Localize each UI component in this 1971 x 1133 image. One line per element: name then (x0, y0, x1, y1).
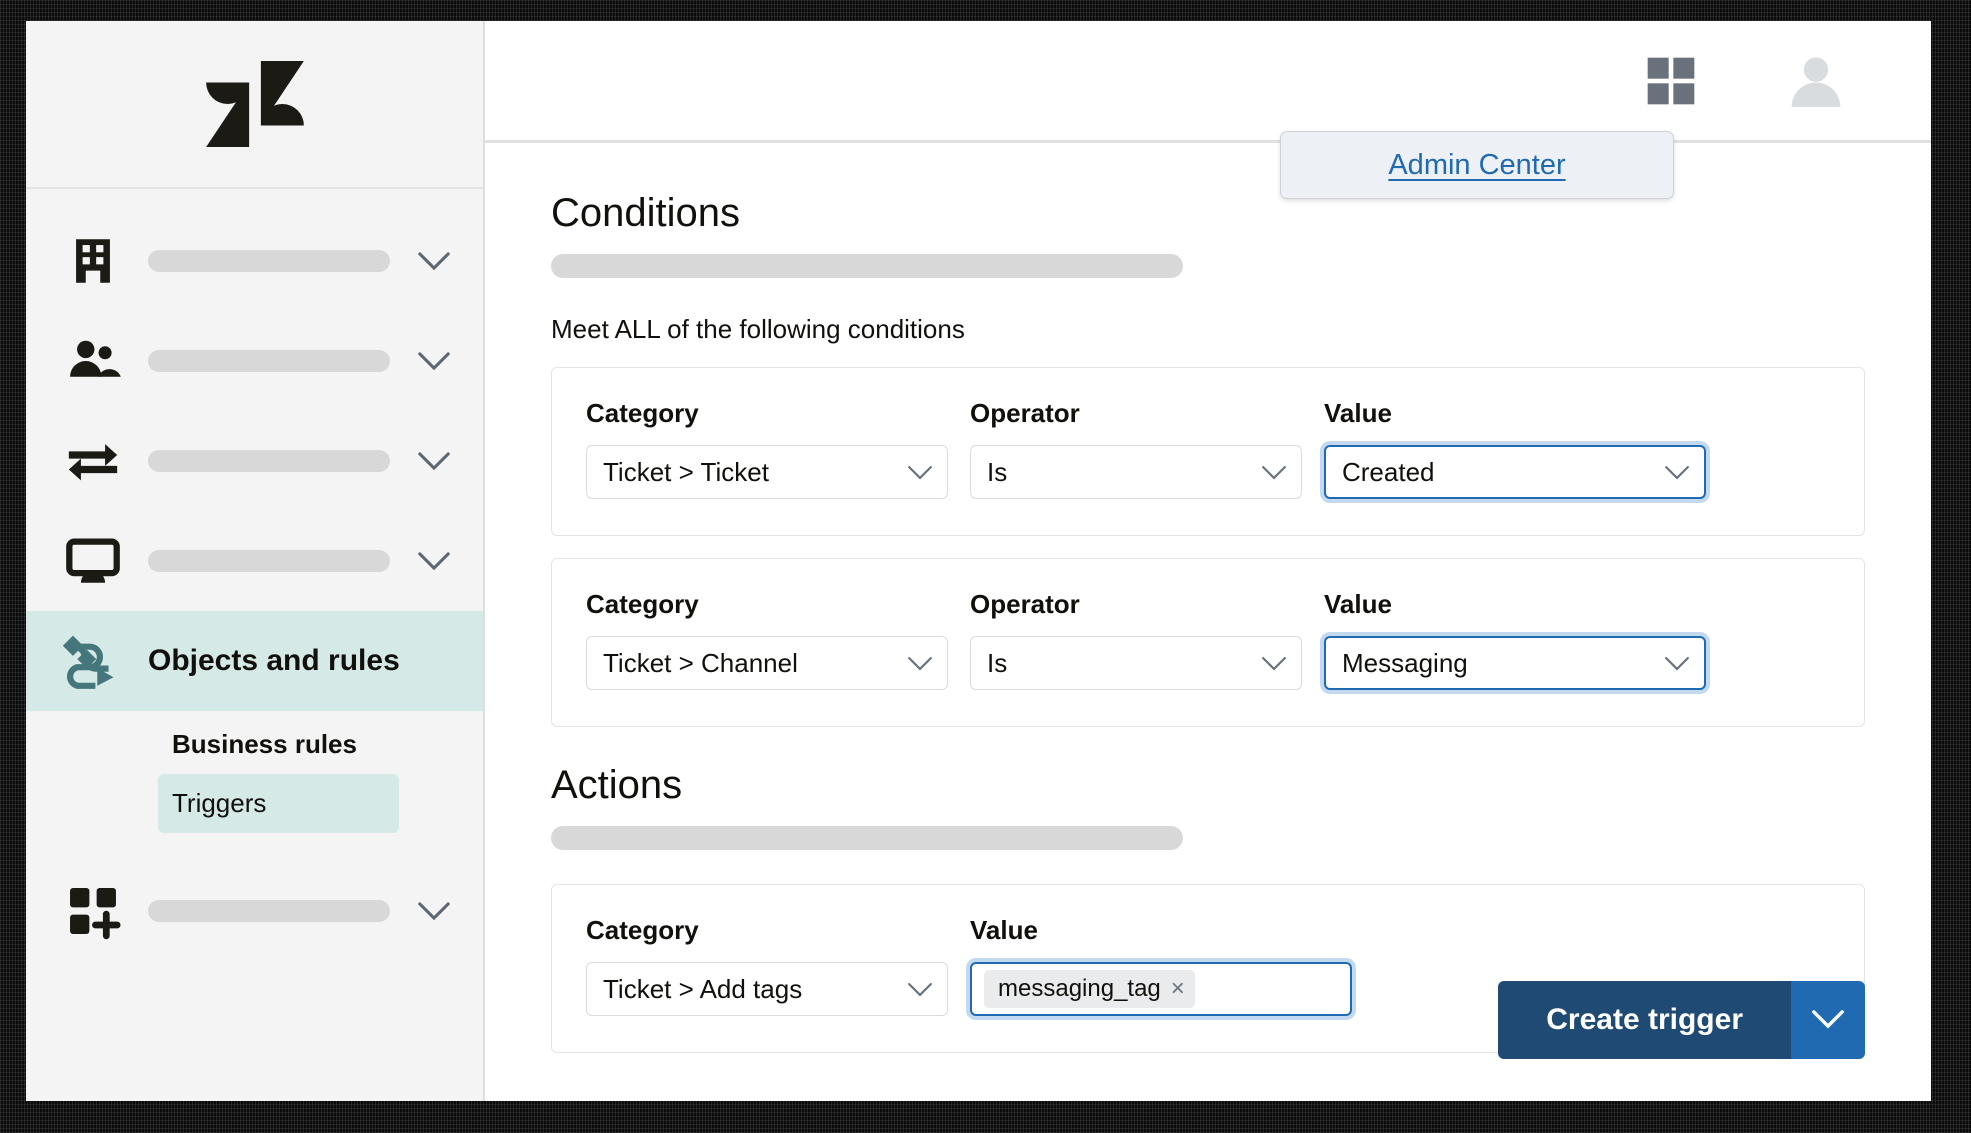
conditions-meet-text: Meet ALL of the following conditions (551, 314, 965, 344)
sidebar-item-label-placeholder (148, 450, 390, 472)
condition-operator-select[interactable]: Is (970, 445, 1302, 499)
subnav-heading: Business rules (172, 729, 357, 759)
field-label-operator: Operator (970, 398, 1080, 428)
tag-chip[interactable]: messaging_tag × (984, 970, 1195, 1008)
chevron-down-icon (1664, 457, 1690, 488)
chevron-down-icon (907, 974, 933, 1005)
building-icon (62, 232, 124, 290)
condition-row: Category Ticket > Channel Operator Is Va… (551, 558, 1865, 727)
sidebar-item-label-placeholder (148, 550, 390, 572)
chevron-down-icon (1664, 648, 1690, 679)
action-category-value: Ticket > Add tags (603, 973, 803, 1004)
sidebar-item-apps[interactable] (26, 861, 483, 961)
condition-value-value: Created (1342, 456, 1435, 487)
condition-value-select[interactable]: Created (1324, 445, 1706, 499)
sidebar-item-triggers[interactable]: Triggers (158, 774, 399, 833)
apps-add-icon (62, 882, 124, 940)
sidebar-item-objects-and-rules[interactable]: Objects and rules (26, 611, 483, 711)
top-bar (485, 21, 1931, 143)
chevron-down-icon (1811, 1009, 1845, 1032)
sidebar-item-label-placeholder (148, 350, 390, 372)
field-label-value: Value (970, 915, 1038, 945)
condition-value-field: Value Messaging (1324, 589, 1706, 690)
condition-category-select[interactable]: Ticket > Ticket (586, 445, 948, 499)
chevron-down-icon (907, 457, 933, 488)
sidebar-item-account[interactable] (26, 211, 483, 311)
screenshot-frame: Objects and rules Business rules Trigger… (0, 0, 1971, 1133)
action-category-select[interactable]: Ticket > Add tags (586, 962, 948, 1016)
condition-category-field: Category Ticket > Ticket (586, 398, 948, 499)
condition-operator-select[interactable]: Is (970, 636, 1302, 690)
footer-actions: Create trigger (1498, 981, 1865, 1059)
arrows-exchange-icon (62, 432, 124, 490)
sidebar-item-channels[interactable] (26, 411, 483, 511)
main-area: Admin Center Conditions Meet ALL of the … (485, 21, 1931, 1101)
chevron-down-icon (907, 648, 933, 679)
condition-row: Category Ticket > Ticket Operator Is Val… (551, 367, 1865, 536)
field-label-category: Category (586, 915, 699, 945)
condition-category-value: Ticket > Channel (603, 647, 798, 678)
field-label-category: Category (586, 398, 699, 428)
create-trigger-dropdown-button[interactable] (1791, 981, 1865, 1059)
field-label-value: Value (1324, 398, 1392, 428)
monitor-icon (62, 532, 124, 590)
admin-center-link[interactable]: Admin Center (1388, 149, 1565, 182)
zendesk-admin-app: Objects and rules Business rules Trigger… (26, 21, 1931, 1101)
field-label-value: Value (1324, 589, 1392, 619)
grid-apps-icon[interactable] (1643, 53, 1699, 109)
chevron-down-icon[interactable] (414, 551, 454, 571)
sidebar-nav-list: Objects and rules Business rules Trigger… (26, 189, 483, 961)
chevron-down-icon (1261, 457, 1287, 488)
trigger-editor-content: Conditions Meet ALL of the following con… (485, 143, 1931, 1101)
sidebar-logo-area (26, 21, 483, 189)
field-label-operator: Operator (970, 589, 1080, 619)
conditions-description-placeholder (551, 254, 1183, 278)
close-icon[interactable]: × (1171, 977, 1185, 1001)
actions-description-placeholder (551, 826, 1183, 850)
chevron-down-icon[interactable] (414, 901, 454, 921)
condition-value-field: Value Created (1324, 398, 1706, 499)
chevron-down-icon[interactable] (414, 451, 454, 471)
condition-category-field: Category Ticket > Channel (586, 589, 948, 690)
condition-operator-field: Operator Is (970, 398, 1302, 499)
condition-value-value: Messaging (1342, 647, 1468, 678)
create-trigger-button[interactable]: Create trigger (1498, 981, 1791, 1059)
sidebar-item-label: Objects and rules (148, 644, 400, 677)
condition-operator-value: Is (987, 647, 1008, 678)
action-tags-input[interactable]: messaging_tag × (970, 962, 1352, 1016)
condition-operator-value: Is (987, 456, 1008, 487)
condition-category-value: Ticket > Ticket (603, 456, 769, 487)
sidebar-item-label-placeholder (148, 900, 390, 922)
zendesk-logo (205, 61, 304, 147)
condition-category-select[interactable]: Ticket > Channel (586, 636, 948, 690)
chevron-down-icon[interactable] (414, 251, 454, 271)
sidebar: Objects and rules Business rules Trigger… (26, 21, 485, 1101)
admin-center-popup: Admin Center (1280, 131, 1674, 199)
tag-chip-label: messaging_tag (998, 975, 1161, 1002)
condition-operator-field: Operator Is (970, 589, 1302, 690)
chevron-down-icon (1261, 648, 1287, 679)
sidebar-item-label-placeholder (148, 250, 390, 272)
condition-value-select[interactable]: Messaging (1324, 636, 1706, 690)
objects-rules-icon (62, 632, 124, 690)
action-value-field: Value messaging_tag × (970, 915, 1352, 1016)
sidebar-item-people[interactable] (26, 311, 483, 411)
field-label-category: Category (586, 589, 699, 619)
action-category-field: Category Ticket > Add tags (586, 915, 948, 1016)
people-icon (62, 332, 124, 390)
user-avatar-icon[interactable] (1785, 50, 1847, 112)
chevron-down-icon[interactable] (414, 351, 454, 371)
sidebar-subnav: Business rules Triggers (26, 711, 483, 833)
sidebar-item-workspaces[interactable] (26, 511, 483, 611)
actions-title: Actions (551, 763, 683, 807)
